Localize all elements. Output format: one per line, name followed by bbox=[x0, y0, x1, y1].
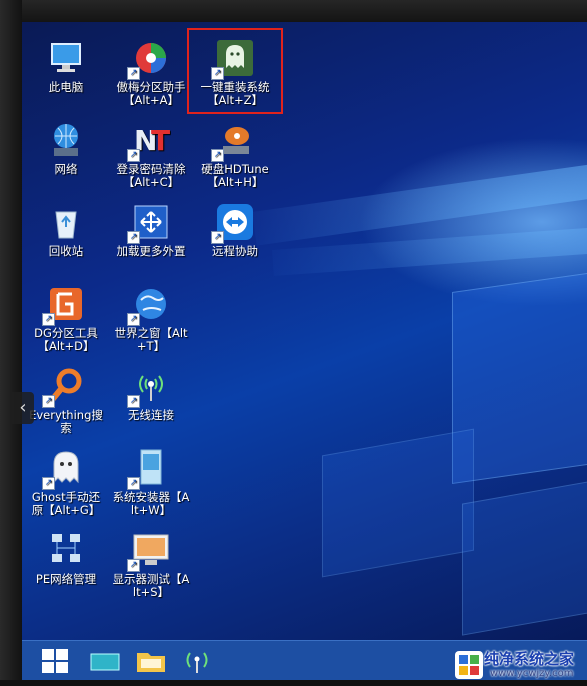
shortcut-arrow-icon: ↗ bbox=[42, 477, 55, 490]
desktop-icon-aomei-partition[interactable]: ↗ 傲梅分区助手【Alt+A】 bbox=[112, 38, 190, 107]
tray-wireless-icon[interactable] bbox=[182, 645, 212, 677]
desktop-icon-dg-partition[interactable]: ↗ DG分区工具【Alt+D】 bbox=[27, 284, 105, 353]
password-clear-icon: NT ↗ bbox=[127, 120, 171, 162]
icon-label: 傲梅分区助手【Alt+A】 bbox=[116, 80, 186, 107]
watermark: 纯净系统之家 www.ycwjzy.com bbox=[452, 646, 587, 686]
watermark-url: www.ycwjzy.com bbox=[490, 668, 574, 679]
shortcut-arrow-icon: ↗ bbox=[127, 477, 140, 490]
shortcut-arrow-icon: ↗ bbox=[42, 313, 55, 326]
system-installer-icon: ↗ bbox=[127, 448, 171, 490]
pe-network-icon bbox=[46, 530, 86, 570]
teamviewer-icon: ↗ bbox=[211, 202, 255, 244]
shortcut-arrow-icon: ↗ bbox=[127, 395, 140, 408]
computer-icon bbox=[46, 38, 86, 78]
watermark-logo-icon bbox=[455, 651, 483, 679]
icon-label: 显示器测试【Alt+S】 bbox=[112, 572, 190, 599]
icon-label: Everything搜索 bbox=[29, 408, 103, 435]
monitor-bezel-left bbox=[0, 0, 22, 686]
icon-label: 加载更多外置 bbox=[116, 244, 186, 258]
desktop-icon-world-window[interactable]: ↗ 世界之窗【Alt+T】 bbox=[112, 284, 190, 353]
icon-label: 硬盘HDTune【Alt+H】 bbox=[201, 162, 269, 189]
shortcut-arrow-icon: ↗ bbox=[211, 149, 224, 162]
desktop-icon-remote-assist[interactable]: ↗ 远程协助 bbox=[196, 202, 274, 258]
monitor-bezel-top bbox=[0, 0, 587, 22]
desktop-icon-recycle-bin[interactable]: 回收站 bbox=[27, 202, 105, 258]
start-icon[interactable] bbox=[36, 645, 74, 677]
shortcut-arrow-icon: ↗ bbox=[127, 67, 140, 80]
watermark-title: 纯净系统之家 bbox=[484, 650, 575, 668]
partition-assistant-icon: ↗ bbox=[127, 38, 171, 80]
icon-label: 回收站 bbox=[48, 244, 84, 258]
desktop-icon-hdtune[interactable]: ↗ 硬盘HDTune【Alt+H】 bbox=[196, 120, 274, 189]
desktop-icon-password-clear[interactable]: NT ↗ 登录密码清除【Alt+C】 bbox=[112, 120, 190, 189]
desktop-icon-monitor-test[interactable]: ↗ 显示器测试【Alt+S】 bbox=[112, 530, 190, 599]
desktop-wallpaper bbox=[22, 22, 587, 640]
shortcut-arrow-icon: ↗ bbox=[127, 149, 140, 162]
shortcut-arrow-icon: ↗ bbox=[127, 231, 140, 244]
desktop-icon-wireless[interactable]: ↗ 无线连接 bbox=[112, 366, 190, 422]
chevron-left-icon[interactable]: ‹ bbox=[12, 392, 34, 424]
load-more-icon: ↗ bbox=[127, 202, 171, 244]
icon-label: 网络 bbox=[54, 162, 78, 176]
icon-label: Ghost手动还原【Alt+G】 bbox=[31, 490, 101, 517]
desktop-icon-ghost-restore[interactable]: ↗ Ghost手动还原【Alt+G】 bbox=[27, 448, 105, 517]
network-globe-icon bbox=[46, 120, 86, 160]
recycle-bin-icon bbox=[46, 202, 86, 242]
icon-label: 远程协助 bbox=[212, 244, 258, 258]
file-explorer-icon[interactable] bbox=[132, 645, 170, 677]
svg-text:T: T bbox=[151, 124, 170, 157]
shortcut-arrow-icon: ↗ bbox=[127, 559, 140, 572]
browser-globe-icon: ↗ bbox=[127, 284, 171, 326]
desktop-icon-pe-network[interactable]: PE网络管理 bbox=[27, 530, 105, 586]
window-pane-shape bbox=[322, 428, 474, 578]
shortcut-arrow-icon: ↗ bbox=[127, 313, 140, 326]
selection-highlight bbox=[187, 28, 283, 114]
icon-label: 此电脑 bbox=[48, 80, 84, 94]
desktop-icon-everything[interactable]: ↗ Everything搜索 bbox=[27, 366, 105, 435]
icon-label: 无线连接 bbox=[128, 408, 174, 422]
icon-label: DG分区工具【Alt+D】 bbox=[34, 326, 98, 353]
monitor-test-icon: ↗ bbox=[127, 530, 171, 572]
ghost-icon: ↗ bbox=[42, 448, 86, 490]
wireless-icon: ↗ bbox=[127, 366, 171, 408]
shortcut-arrow-icon: ↗ bbox=[211, 231, 224, 244]
icon-label: 系统安装器【Alt+W】 bbox=[112, 490, 190, 517]
diskgenius-icon: ↗ bbox=[42, 284, 86, 326]
taskview-icon[interactable] bbox=[86, 645, 124, 677]
shortcut-arrow-icon: ↗ bbox=[42, 395, 55, 408]
desktop-icon-this-pc[interactable]: 此电脑 bbox=[27, 38, 105, 94]
window-pane-shape bbox=[462, 480, 587, 636]
desktop-icon-system-installer[interactable]: ↗ 系统安装器【Alt+W】 bbox=[112, 448, 190, 517]
icon-label: 世界之窗【Alt+T】 bbox=[114, 326, 188, 353]
desktop-icon-load-more[interactable]: ↗ 加载更多外置 bbox=[112, 202, 190, 258]
icon-label: PE网络管理 bbox=[35, 572, 97, 586]
desktop-icon-network[interactable]: 网络 bbox=[27, 120, 105, 176]
hdtune-icon: ↗ bbox=[211, 120, 255, 162]
everything-search-icon: ↗ bbox=[42, 366, 86, 408]
icon-label: 登录密码清除【Alt+C】 bbox=[116, 162, 186, 189]
